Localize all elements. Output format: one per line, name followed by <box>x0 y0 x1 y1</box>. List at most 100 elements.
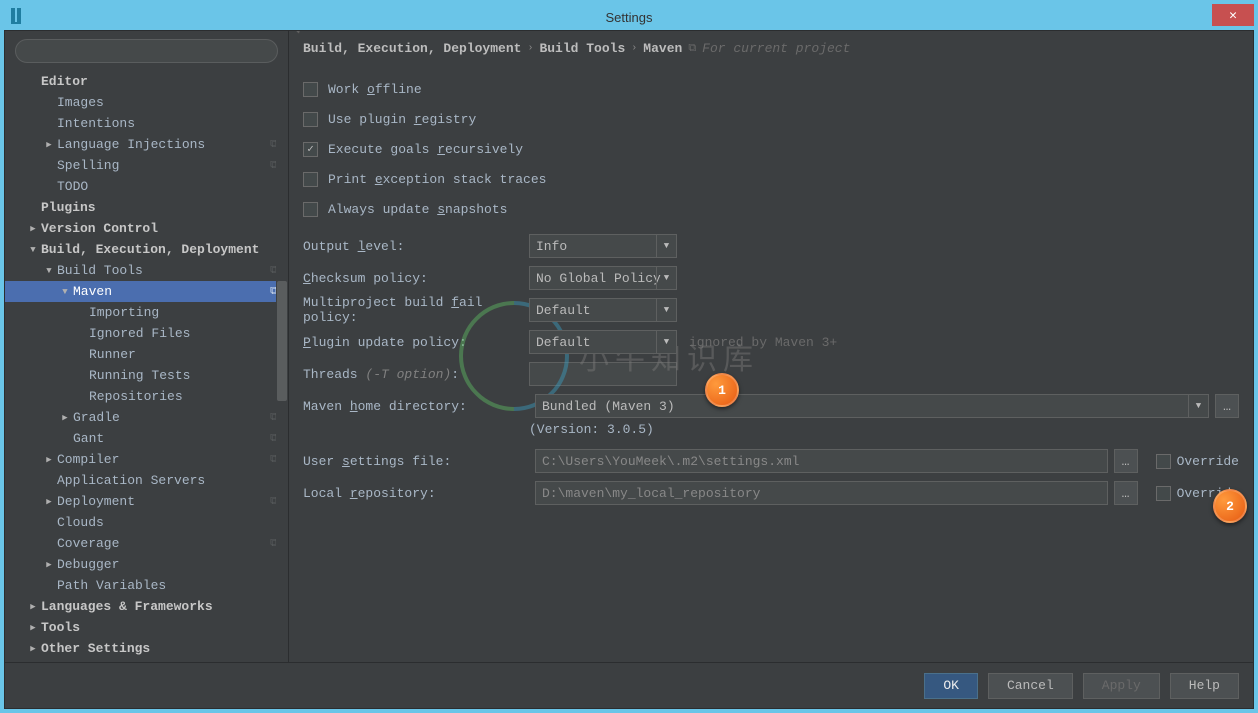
tree-item-label: Language Injections <box>55 137 205 152</box>
multiproject-label: Multiproject build fail policy: <box>303 295 529 325</box>
tree-item[interactable]: ▶Languages & Frameworks <box>5 596 288 617</box>
tree-item[interactable]: Images <box>5 92 288 113</box>
tree-item[interactable]: ▶Other Settings <box>5 638 288 659</box>
tree-item[interactable]: ▶Gradle⧉ <box>5 407 288 428</box>
browse-repo-button[interactable]: … <box>1114 481 1138 505</box>
tree-item[interactable]: ▶Version Control <box>5 218 288 239</box>
tree-item-label: Coverage <box>55 536 119 551</box>
tree-item[interactable]: ▶Debugger <box>5 554 288 575</box>
execute-recursive-checkbox[interactable] <box>303 142 318 157</box>
tree-item[interactable]: Ignored Files <box>5 323 288 344</box>
maven-version: (Version: 3.0.5) <box>529 422 1239 437</box>
tree-item-label: Running Tests <box>87 368 190 383</box>
update-snapshots-checkbox[interactable] <box>303 202 318 217</box>
tree-item[interactable]: Editor <box>5 71 288 92</box>
tree-item[interactable]: Path Variables <box>5 575 288 596</box>
print-trace-checkbox[interactable] <box>303 172 318 187</box>
tree-item-label: Spelling <box>55 158 119 173</box>
settings-content: 小牛知识库 Build, Execution, Deployment › Bui… <box>289 31 1253 662</box>
tree-item[interactable]: Application Servers <box>5 470 288 491</box>
update-snapshots-label: Always update snapshots <box>328 202 507 217</box>
project-icon: ⧉ <box>688 43 696 55</box>
override-repo-checkbox[interactable] <box>1156 486 1171 501</box>
tree-item-label: Maven <box>71 284 112 299</box>
tree-item-label: Tools <box>39 620 80 635</box>
multiproject-select[interactable]: Default▼ <box>529 298 677 322</box>
user-settings-label: User settings file: <box>303 454 529 469</box>
tree-item-label: TODO <box>55 179 88 194</box>
apply-button[interactable]: Apply <box>1083 673 1160 699</box>
settings-sidebar: 🔍 EditorImagesIntentions▶Language Inject… <box>5 31 289 662</box>
tree-item[interactable]: Plugins <box>5 197 288 218</box>
browse-home-button[interactable]: … <box>1215 394 1239 418</box>
tree-item-label: Images <box>55 95 104 110</box>
help-button[interactable]: Help <box>1170 673 1239 699</box>
tree-item-label: Build Tools <box>55 263 143 278</box>
expand-icon: ▶ <box>27 224 39 234</box>
plugin-registry-checkbox[interactable] <box>303 112 318 127</box>
scrollbar-thumb[interactable] <box>277 281 287 401</box>
tree-item[interactable]: ▼Build, Execution, Deployment <box>5 239 288 260</box>
tree-item-label: Other Settings <box>39 641 150 656</box>
tree-item-label: Path Variables <box>55 578 166 593</box>
search-input[interactable] <box>15 39 278 63</box>
chevron-down-icon: ▼ <box>656 330 676 354</box>
work-offline-checkbox[interactable] <box>303 82 318 97</box>
maven-home-label: Maven home directory: <box>303 399 529 414</box>
tree-item[interactable]: ▶Deployment⧉ <box>5 491 288 512</box>
expand-icon: ▶ <box>43 140 55 150</box>
tree-item-label: Version Control <box>39 221 158 236</box>
tree-item[interactable]: ▶Language Injections⧉ <box>5 134 288 155</box>
tree-item[interactable]: ▶Compiler⧉ <box>5 449 288 470</box>
tree-item-label: Gradle <box>71 410 120 425</box>
tree-item[interactable]: Running Tests <box>5 365 288 386</box>
output-level-select[interactable]: Info▼ <box>529 234 677 258</box>
tree-item[interactable]: ▼Build Tools⧉ <box>5 260 288 281</box>
tree-item[interactable]: Runner <box>5 344 288 365</box>
expand-icon: ▶ <box>59 413 71 423</box>
tree-item[interactable]: Repositories <box>5 386 288 407</box>
expand-icon: ▶ <box>43 497 55 507</box>
tree-item-label: Editor <box>39 74 88 89</box>
scrollbar[interactable] <box>276 71 288 662</box>
tree-item[interactable]: ▼Maven⧉ <box>5 281 288 302</box>
dialog-footer: OK Cancel Apply Help <box>5 662 1253 708</box>
local-repo-input[interactable] <box>535 481 1108 505</box>
tree-item-label: Intentions <box>55 116 135 131</box>
tree-item[interactable]: Gant⧉ <box>5 428 288 449</box>
tree-item[interactable]: ▶Tools <box>5 617 288 638</box>
plugin-update-select[interactable]: Default▼ <box>529 330 677 354</box>
expand-icon: ▼ <box>27 245 39 255</box>
expand-icon: ▶ <box>27 623 39 633</box>
tree-item[interactable]: Importing <box>5 302 288 323</box>
tree-item[interactable]: Intentions <box>5 113 288 134</box>
close-button[interactable]: ✕ <box>1212 4 1254 26</box>
tree-item[interactable]: Spelling⧉ <box>5 155 288 176</box>
tree-item-label: Gant <box>71 431 104 446</box>
work-offline-label: Work offline <box>328 82 422 97</box>
tree-item-label: Plugins <box>39 200 96 215</box>
override-user-checkbox[interactable] <box>1156 454 1171 469</box>
cancel-button[interactable]: Cancel <box>988 673 1073 699</box>
execute-recursive-label: Execute goals recursively <box>328 142 523 157</box>
ok-button[interactable]: OK <box>924 673 978 699</box>
tree-item-label: Runner <box>87 347 136 362</box>
expand-icon: ▶ <box>43 560 55 570</box>
maven-home-select[interactable]: Bundled (Maven 3)▼ <box>535 394 1209 418</box>
expand-icon: ▶ <box>27 644 39 654</box>
checksum-select[interactable]: No Global Policy▼ <box>529 266 677 290</box>
tree-item-label: Deployment <box>55 494 135 509</box>
tree-item[interactable]: Clouds <box>5 512 288 533</box>
threads-label: Threads (-T option): <box>303 367 529 382</box>
chevron-down-icon: ▼ <box>656 266 676 290</box>
plugin-registry-label: Use plugin registry <box>328 112 476 127</box>
browse-user-button[interactable]: … <box>1114 449 1138 473</box>
checksum-label: Checksum policy: <box>303 271 529 286</box>
settings-tree[interactable]: EditorImagesIntentions▶Language Injectio… <box>5 71 288 662</box>
tree-item[interactable]: TODO <box>5 176 288 197</box>
threads-input[interactable] <box>529 362 677 386</box>
tree-item[interactable]: Coverage⧉ <box>5 533 288 554</box>
user-settings-input[interactable] <box>535 449 1108 473</box>
expand-icon: ▼ <box>59 287 71 297</box>
tree-item-label: Importing <box>87 305 159 320</box>
